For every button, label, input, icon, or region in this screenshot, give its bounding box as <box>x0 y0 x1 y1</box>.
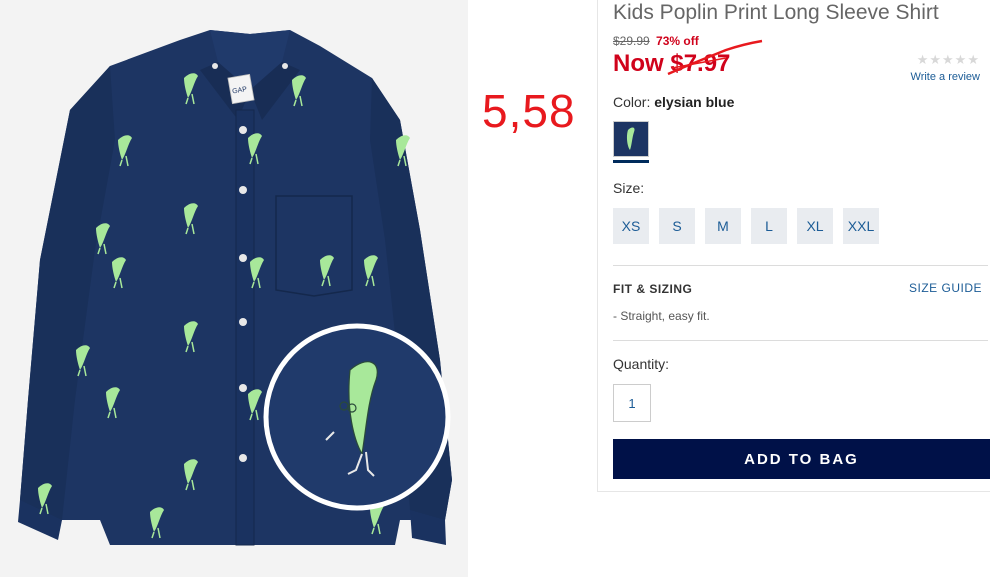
size-option-l[interactable]: L <box>751 208 787 244</box>
size-guide-link[interactable]: SIZE GUIDE <box>909 281 982 295</box>
color-swatch-elysian-blue[interactable] <box>613 121 649 157</box>
write-review-link[interactable]: Write a review <box>911 71 980 83</box>
size-label: Size: <box>613 180 645 196</box>
divider <box>613 265 988 266</box>
handwritten-price-annotation: 5,58 <box>482 85 576 137</box>
size-option-xxl[interactable]: XXL <box>843 208 879 244</box>
product-details-panel: Kids Poplin Print Long Sleeve Shirt $29.… <box>597 0 990 492</box>
shirt-illustration: GAP <box>18 30 452 546</box>
fit-note: - Straight, easy fit. <box>613 309 710 323</box>
swatch-selected-indicator <box>613 160 649 163</box>
fit-sizing-heading: FIT & SIZING <box>613 282 693 296</box>
price-strike-scribble <box>667 39 763 76</box>
star-rating-icon: ★★★★★ <box>916 52 980 67</box>
product-title: Kids Poplin Print Long Sleeve Shirt <box>613 1 939 24</box>
color-row: Color: elysian blue <box>613 94 734 110</box>
add-to-bag-button[interactable]: ADD TO BAG <box>613 439 990 479</box>
size-option-m[interactable]: M <box>705 208 741 244</box>
divider <box>613 340 988 341</box>
quantity-label: Quantity: <box>613 356 670 372</box>
now-label: Now <box>613 50 664 77</box>
size-option-xl[interactable]: XL <box>797 208 833 244</box>
quantity-input[interactable] <box>613 384 651 422</box>
size-option-xs[interactable]: XS <box>613 208 649 244</box>
swatch-shirt-icon <box>614 122 648 156</box>
rating-widget: ★★★★★ Write a review <box>911 52 980 83</box>
size-options: XS S M L XL XXL <box>613 208 879 244</box>
color-value: elysian blue <box>654 94 735 110</box>
detail-zoom-circle <box>263 323 451 511</box>
product-image[interactable]: GAP <box>0 0 468 577</box>
color-label: Color: <box>613 94 651 110</box>
was-price: $29.99 <box>613 34 650 48</box>
size-option-s[interactable]: S <box>659 208 695 244</box>
